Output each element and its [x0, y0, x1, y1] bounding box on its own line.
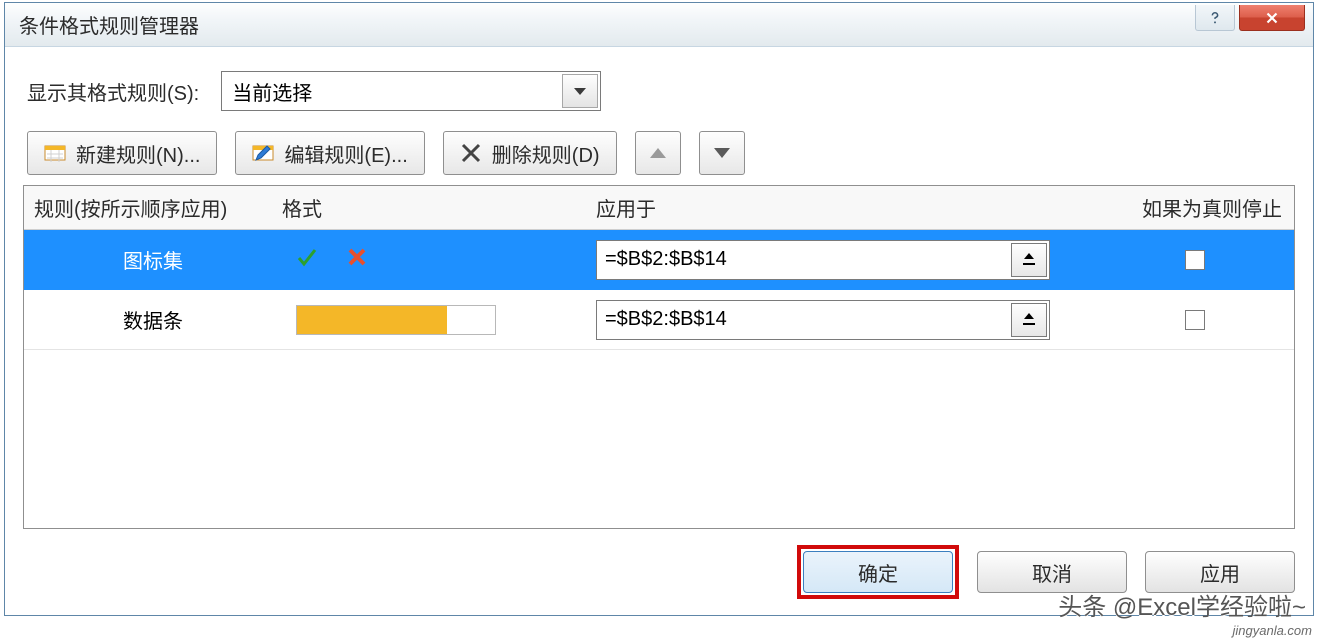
collapse-dialog-button[interactable] — [1011, 303, 1047, 337]
cancel-button[interactable]: 取消 — [977, 551, 1127, 593]
rule-name: 数据条 — [24, 305, 282, 334]
col-applies-header: 应用于 — [546, 193, 1096, 222]
rules-header: 规则(按所示顺序应用) 格式 应用于 如果为真则停止 — [24, 186, 1294, 230]
databar-preview-icon — [296, 305, 496, 335]
collapse-icon — [1020, 311, 1038, 329]
new-rule-icon — [44, 142, 66, 164]
stop-if-true-checkbox[interactable] — [1185, 250, 1205, 270]
ok-highlight: 确定 — [797, 545, 959, 599]
move-down-button[interactable] — [699, 131, 745, 175]
dialog-footer: 确定 取消 应用 — [23, 529, 1295, 599]
edit-rule-icon — [252, 142, 274, 164]
close-button[interactable] — [1239, 5, 1305, 31]
rule-format-preview — [282, 305, 546, 335]
edit-rule-button[interactable]: 编辑规则(E)... — [235, 131, 424, 175]
chevron-down-icon — [562, 74, 598, 108]
triangle-down-icon — [714, 148, 730, 158]
help-icon — [1208, 11, 1222, 25]
collapse-icon — [1020, 251, 1038, 269]
close-icon — [1263, 10, 1281, 26]
delete-rule-icon — [460, 142, 482, 164]
title-bar: 条件格式规则管理器 — [5, 3, 1313, 47]
watermark-sub: jingyanla.com — [1233, 623, 1313, 638]
rules-list: 规则(按所示顺序应用) 格式 应用于 如果为真则停止 图标集 =$B$2:$B$… — [23, 185, 1295, 529]
rule-format-preview — [282, 246, 546, 274]
scope-label: 显示其格式规则(S): — [27, 77, 199, 106]
applies-to-input[interactable]: =$B$2:$B$14 — [596, 240, 1050, 280]
collapse-dialog-button[interactable] — [1011, 243, 1047, 277]
triangle-up-icon — [650, 148, 666, 158]
col-rule-header: 规则(按所示顺序应用) — [24, 193, 282, 222]
rule-name: 图标集 — [24, 245, 282, 274]
col-stop-header: 如果为真则停止 — [1096, 193, 1294, 222]
new-rule-button[interactable]: 新建规则(N)... — [27, 131, 217, 175]
stop-if-true-checkbox[interactable] — [1185, 310, 1205, 330]
move-up-button[interactable] — [635, 131, 681, 175]
help-button[interactable] — [1195, 5, 1235, 31]
scope-select[interactable]: 当前选择 — [221, 71, 601, 111]
conditional-formatting-dialog: 条件格式规则管理器 显示其格式规则(S): 当前选择 新建规则(N)... — [4, 2, 1314, 616]
rule-row[interactable]: 数据条 =$B$2:$B$14 — [24, 290, 1294, 350]
rule-row[interactable]: 图标集 =$B$2:$B$14 — [24, 230, 1294, 290]
apply-button[interactable]: 应用 — [1145, 551, 1295, 593]
scope-selected-value: 当前选择 — [232, 77, 312, 106]
cross-icon — [346, 246, 368, 274]
ok-button[interactable]: 确定 — [803, 551, 953, 593]
dialog-title: 条件格式规则管理器 — [19, 10, 199, 39]
check-icon — [296, 246, 318, 274]
col-format-header: 格式 — [282, 193, 546, 222]
applies-to-input[interactable]: =$B$2:$B$14 — [596, 300, 1050, 340]
delete-rule-button[interactable]: 删除规则(D) — [443, 131, 617, 175]
